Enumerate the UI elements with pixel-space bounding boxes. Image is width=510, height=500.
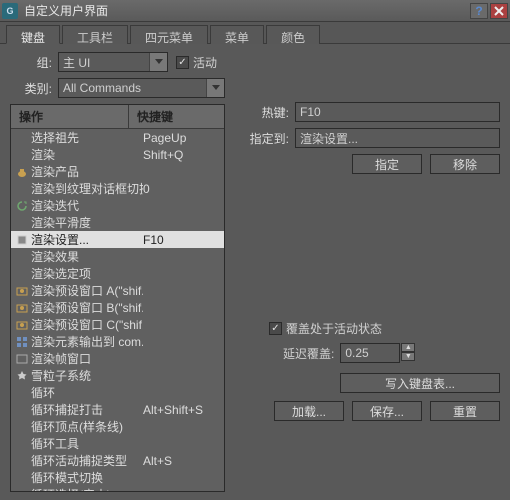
frame-icon [15, 352, 29, 366]
list-header: 操作 快捷键 [11, 105, 224, 129]
list-item[interactable]: 渲染帧窗口 [11, 350, 224, 367]
list-item[interactable]: 循环选择(帝山) [11, 486, 224, 491]
list-item[interactable]: 循环工具 [11, 435, 224, 452]
save-button[interactable]: 保存... [352, 401, 422, 421]
preset-icon [15, 318, 29, 332]
cycle-icon [15, 199, 29, 213]
reset-button[interactable]: 重置 [430, 401, 500, 421]
write-table-button[interactable]: 写入键盘表... [340, 373, 500, 393]
list-item[interactable]: 渲染平滑度 [11, 214, 224, 231]
list-item[interactable]: 渲染效果 [11, 248, 224, 265]
tab-bar: 键盘 工具栏 四元菜单 菜单 颜色 [0, 22, 510, 44]
group-select[interactable]: 主 UI [58, 52, 168, 72]
list-item[interactable]: 渲染迭代 [11, 197, 224, 214]
load-button[interactable]: 加载... [274, 401, 344, 421]
tab-menu[interactable]: 菜单 [210, 25, 264, 44]
tab-keyboard[interactable]: 键盘 [6, 25, 60, 44]
tab-color[interactable]: 颜色 [266, 25, 320, 44]
preset-icon [15, 284, 29, 298]
help-button[interactable]: ? [470, 3, 488, 19]
spin-up-icon[interactable]: ▲ [401, 343, 415, 352]
list-item[interactable]: 雪粒子系统 [11, 367, 224, 384]
active-checkbox[interactable]: ✓ [176, 56, 189, 69]
list-item[interactable]: 渲染Shift+Q [11, 146, 224, 163]
list-item[interactable]: 循环捕捉打击Alt+Shift+S [11, 401, 224, 418]
hotkey-label: 热键: [239, 104, 295, 121]
tab-toolbar[interactable]: 工具栏 [62, 25, 128, 44]
delay-label: 延迟覆盖: [283, 345, 334, 362]
window-title: 自定义用户界面 [24, 2, 468, 19]
close-button[interactable] [490, 3, 508, 19]
app-logo: G [2, 3, 18, 19]
list-item[interactable]: 循环活动捕捉类型Alt+S [11, 452, 224, 469]
elem-icon [15, 335, 29, 349]
category-select[interactable]: All Commands [58, 78, 225, 98]
group-label: 组: [10, 54, 58, 71]
list-item[interactable]: 渲染元素输出到 com... [11, 333, 224, 350]
list-item[interactable]: 循环 [11, 384, 224, 401]
list-item[interactable]: 渲染预设窗口 C("shif... [11, 316, 224, 333]
tab-quad[interactable]: 四元菜单 [130, 25, 208, 44]
star-icon [15, 369, 29, 383]
action-list[interactable]: 操作 快捷键 选择祖先PageUp渲染Shift+Q渲染产品渲染到纹理对话框切换… [10, 104, 225, 492]
list-item[interactable]: 渲染预设窗口 A("shif... [11, 282, 224, 299]
list-item[interactable]: 选择祖先PageUp [11, 129, 224, 146]
list-item[interactable]: 渲染预设窗口 B("shif... [11, 299, 224, 316]
assigned-field: 渲染设置... [295, 128, 500, 148]
remove-button[interactable]: 移除 [430, 154, 500, 174]
list-item[interactable]: 渲染设置...F10 [11, 231, 224, 248]
active-label: 活动 [193, 54, 217, 71]
list-item[interactable]: 渲染选定项 [11, 265, 224, 282]
list-item[interactable]: 循环顶点(样条线) [11, 418, 224, 435]
settings-icon [15, 233, 29, 247]
override-label: 覆盖处于活动状态 [286, 320, 382, 337]
title-bar: G 自定义用户界面 ? [0, 0, 510, 22]
preset-icon [15, 301, 29, 315]
list-item[interactable]: 渲染产品 [11, 163, 224, 180]
teapot-icon [15, 165, 29, 179]
spin-down-icon[interactable]: ▼ [401, 352, 415, 361]
list-item[interactable]: 循环模式切换 [11, 469, 224, 486]
assign-button[interactable]: 指定 [352, 154, 422, 174]
delay-spinner[interactable]: 0.25 ▲▼ [340, 343, 415, 363]
category-label: 类别: [10, 80, 58, 97]
chevron-down-icon [206, 79, 224, 97]
hotkey-input[interactable]: F10 [295, 102, 500, 122]
override-checkbox[interactable]: ✓ [269, 322, 282, 335]
assigned-label: 指定到: [239, 130, 295, 147]
chevron-down-icon [149, 53, 167, 71]
list-item[interactable]: 渲染到纹理对话框切换0 [11, 180, 224, 197]
